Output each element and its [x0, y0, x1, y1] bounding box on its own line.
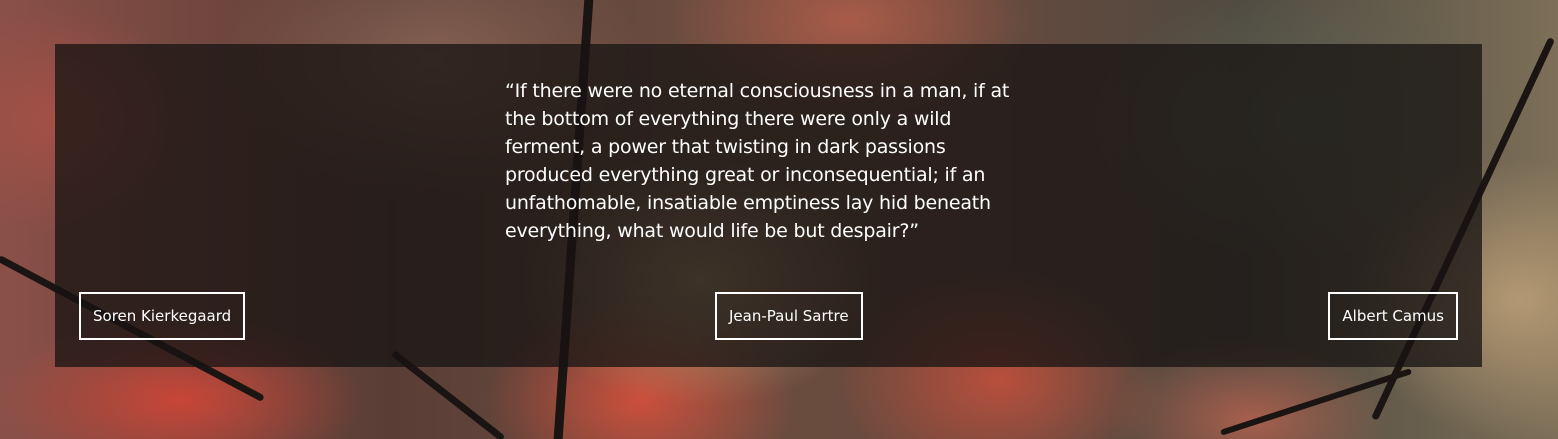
author-button-kierkegaard[interactable]: Soren Kierkegaard	[79, 292, 246, 340]
quote-slider: “If there were no eternal consciousness …	[0, 0, 1558, 439]
quote-text: “If there were no eternal consciousness …	[505, 80, 1010, 242]
author-button-camus[interactable]: Albert Camus	[1328, 292, 1458, 340]
author-button-sartre[interactable]: Jean-Paul Sartre	[715, 292, 863, 340]
quote-panel: “If there were no eternal consciousness …	[55, 44, 1482, 367]
